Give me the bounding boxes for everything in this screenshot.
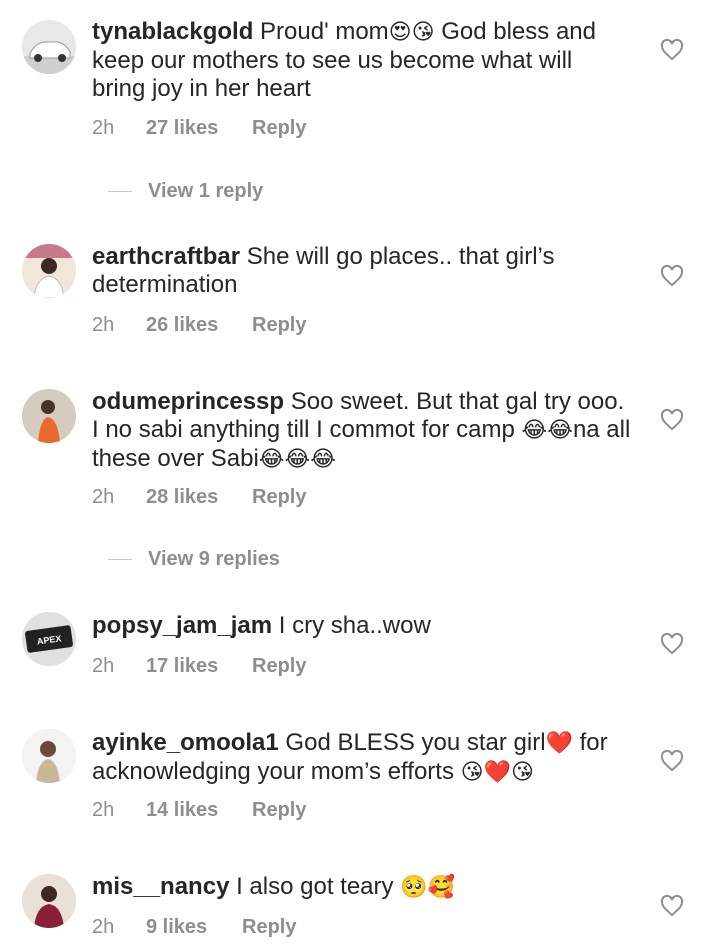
person-avatar-icon[interactable] (22, 729, 76, 783)
comment-username[interactable]: mis__nancy (92, 873, 229, 900)
comment-meta: 2h 9 likes Reply (92, 916, 296, 939)
emoji-group: 😂😂 (521, 418, 573, 443)
comment-username[interactable]: odumeprincessp (92, 388, 284, 415)
view-replies-link[interactable]: View 1 reply (108, 180, 263, 203)
comment-meta: 2h 26 likes Reply (92, 314, 306, 337)
car-avatar-icon[interactable] (22, 20, 76, 74)
comment-meta: 2h 27 likes Reply (92, 117, 306, 140)
comment-time: 2h (92, 655, 115, 677)
comment-text: popsy_jam_jam I cry sha..wow (92, 612, 632, 640)
comment-likes[interactable]: 9 likes (146, 916, 242, 939)
emoji-group: 😂😂😂 (258, 447, 336, 472)
reply-button[interactable]: Reply (252, 655, 306, 678)
emoji-group: 😍😘 (388, 20, 435, 45)
comment-time: 2h (92, 799, 115, 821)
comment-likes[interactable]: 27 likes (146, 117, 252, 140)
emoji-group: 🥺🥰 (400, 875, 455, 900)
emoji-group: 😘❤️😘 (460, 760, 534, 785)
comment-likes[interactable]: 28 likes (146, 486, 252, 509)
comment-meta: 2h 28 likes Reply (92, 486, 306, 509)
divider-line (108, 191, 132, 192)
reply-button[interactable]: Reply (242, 916, 296, 939)
comment-time: 2h (92, 314, 115, 336)
comment-body: God BLESS you star girl (285, 729, 546, 756)
comment-likes[interactable]: 17 likes (146, 655, 252, 678)
reply-button[interactable]: Reply (252, 486, 306, 509)
comment-username[interactable]: popsy_jam_jam (92, 612, 272, 639)
comment-time: 2h (92, 117, 115, 139)
person-avatar-icon[interactable] (22, 874, 76, 928)
view-replies-link[interactable]: View 9 replies (108, 548, 280, 571)
reply-button[interactable]: Reply (252, 117, 306, 140)
comment-text: odumeprincessp Soo sweet. But that gal t… (92, 388, 632, 474)
comment-time: 2h (92, 486, 115, 508)
apex-logo-avatar-icon[interactable]: APEX (22, 612, 76, 666)
person-avatar-icon[interactable] (22, 389, 76, 443)
comment-text: mis__nancy I also got teary 🥺🥰 (92, 873, 632, 902)
reply-button[interactable]: Reply (252, 314, 306, 337)
like-heart-icon[interactable] (660, 408, 684, 432)
comment-body: I cry sha..wow (278, 612, 431, 639)
comment-likes[interactable]: 26 likes (146, 314, 252, 337)
like-heart-icon[interactable] (660, 38, 684, 62)
like-heart-icon[interactable] (660, 894, 684, 918)
comment-likes[interactable]: 14 likes (146, 799, 252, 822)
like-heart-icon[interactable] (660, 749, 684, 773)
view-replies-label[interactable]: View 9 replies (148, 548, 280, 571)
comment-body: I also got teary (236, 873, 401, 900)
comment-username[interactable]: tynablackgold (92, 18, 253, 45)
reply-button[interactable]: Reply (252, 799, 306, 822)
view-replies-label[interactable]: View 1 reply (148, 180, 263, 203)
comment-text: tynablackgold Proud' mom😍😘 God bless and… (92, 18, 632, 103)
like-heart-icon[interactable] (660, 632, 684, 656)
comment-meta: 2h 17 likes Reply (92, 655, 306, 678)
person-avatar-icon[interactable] (22, 244, 76, 298)
comment-text: ayinke_omoola1 God BLESS you star girl❤️… (92, 729, 632, 787)
comment-text: earthcraftbar She will go places.. that … (92, 243, 632, 299)
emoji-heart: ❤️ (545, 731, 573, 756)
comment-meta: 2h 14 likes Reply (92, 799, 306, 822)
like-heart-icon[interactable] (660, 264, 684, 288)
comment-username[interactable]: ayinke_omoola1 (92, 729, 279, 756)
comment-body: Proud' mom (260, 18, 389, 45)
comment-username[interactable]: earthcraftbar (92, 243, 240, 270)
divider-line (108, 559, 132, 560)
comment-time: 2h (92, 916, 115, 938)
